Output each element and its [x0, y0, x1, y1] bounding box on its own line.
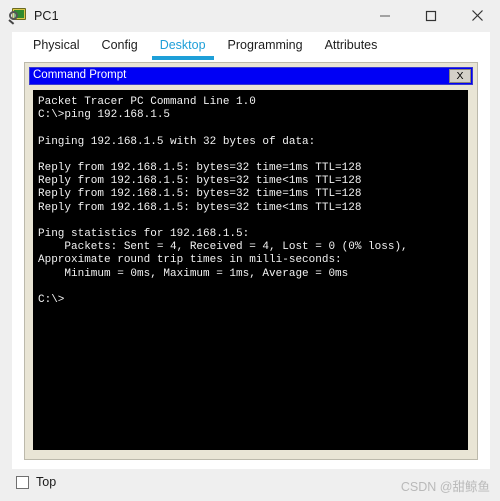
watermark-text: CSDN @甜鲸鱼 — [400, 480, 490, 494]
tab-config-label: Config — [101, 38, 138, 52]
tab-programming[interactable]: Programming — [217, 32, 314, 58]
minimize-button[interactable] — [362, 0, 408, 31]
close-button[interactable] — [454, 0, 500, 31]
terminal-output-area[interactable]: Packet Tracer PC Command Line 1.0 C:\>pi… — [33, 90, 468, 450]
maximize-button[interactable] — [408, 0, 454, 31]
top-checkbox-group[interactable]: Top — [16, 475, 56, 489]
tab-active-underline — [151, 56, 214, 60]
tab-attributes-label: Attributes — [324, 38, 378, 52]
command-prompt-title: Command Prompt — [33, 69, 127, 82]
tab-desktop[interactable]: Desktop — [149, 32, 217, 60]
command-prompt-window: Command Prompt X Packet Tracer PC Comman… — [24, 62, 478, 460]
window-title: PC1 — [34, 8, 59, 23]
tab-config[interactable]: Config — [91, 32, 149, 58]
command-prompt-close-button[interactable]: X — [449, 69, 471, 83]
minimize-icon — [380, 15, 390, 16]
pc-device-icon — [8, 7, 27, 25]
tab-desktop-label: Desktop — [159, 38, 206, 52]
window-titlebar: PC1 — [0, 0, 500, 31]
window-controls — [362, 0, 500, 31]
tab-bar: Physical Config Desktop Programming Attr… — [12, 32, 490, 60]
top-checkbox[interactable] — [16, 475, 29, 489]
bottom-bar: Top CSDN @甜鲸鱼 — [0, 469, 500, 501]
close-icon — [471, 10, 483, 21]
top-checkbox-label: Top — [36, 475, 57, 489]
tab-attributes[interactable]: Attributes — [314, 32, 389, 58]
content-panel: Physical Config Desktop Programming Attr… — [12, 32, 490, 469]
tab-physical[interactable]: Physical — [22, 32, 91, 58]
maximize-icon — [425, 10, 437, 21]
command-prompt-titlebar: Command Prompt X — [29, 67, 473, 85]
window-title-group: PC1 — [0, 7, 59, 25]
tab-programming-label: Programming — [227, 38, 303, 52]
terminal-text: Packet Tracer PC Command Line 1.0 C:\>pi… — [38, 96, 408, 307]
tab-physical-label: Physical — [33, 38, 80, 52]
